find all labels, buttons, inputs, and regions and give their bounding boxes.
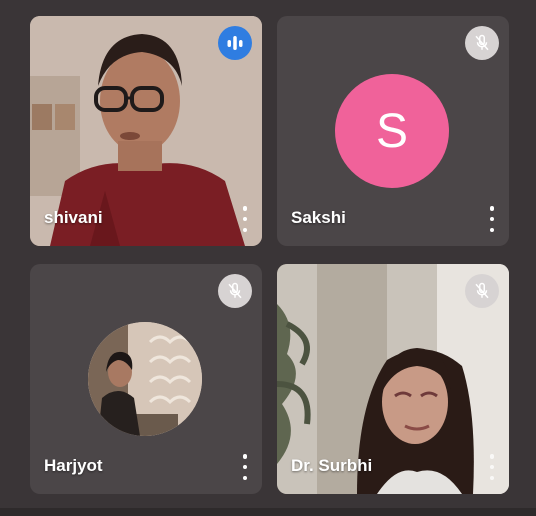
speaking-indicator bbox=[218, 26, 252, 60]
more-options-button[interactable] bbox=[238, 454, 252, 480]
avatar-photo-image bbox=[88, 322, 202, 436]
mic-off-icon bbox=[475, 282, 489, 299]
mic-off-icon bbox=[228, 282, 242, 299]
muted-indicator bbox=[465, 274, 499, 308]
participant-tile-shivani[interactable]: shivani bbox=[30, 16, 262, 246]
more-vert-icon bbox=[242, 454, 248, 459]
muted-indicator bbox=[465, 26, 499, 60]
mic-off-icon bbox=[475, 34, 489, 51]
participant-tile-dr-surbhi[interactable]: Dr. Surbhi bbox=[277, 264, 509, 494]
participant-tile-sakshi[interactable]: S Sakshi bbox=[277, 16, 509, 246]
participant-name: shivani bbox=[44, 208, 103, 227]
more-vert-icon bbox=[489, 206, 495, 211]
more-options-button[interactable] bbox=[485, 206, 499, 232]
avatar bbox=[88, 322, 202, 436]
next-row-edge bbox=[0, 508, 536, 516]
avatar: S bbox=[335, 74, 449, 188]
audio-level-icon bbox=[227, 36, 243, 50]
more-options-button[interactable] bbox=[238, 206, 252, 232]
participant-name: Dr. Surbhi bbox=[291, 456, 373, 475]
muted-indicator bbox=[218, 274, 252, 308]
participant-name: Harjyot bbox=[44, 456, 103, 475]
more-vert-icon bbox=[489, 454, 495, 459]
more-options-button[interactable] bbox=[485, 454, 499, 480]
participant-tile-harjyot[interactable]: Harjyot bbox=[30, 264, 262, 494]
participant-name: Sakshi bbox=[291, 208, 346, 227]
more-vert-icon bbox=[242, 206, 248, 211]
